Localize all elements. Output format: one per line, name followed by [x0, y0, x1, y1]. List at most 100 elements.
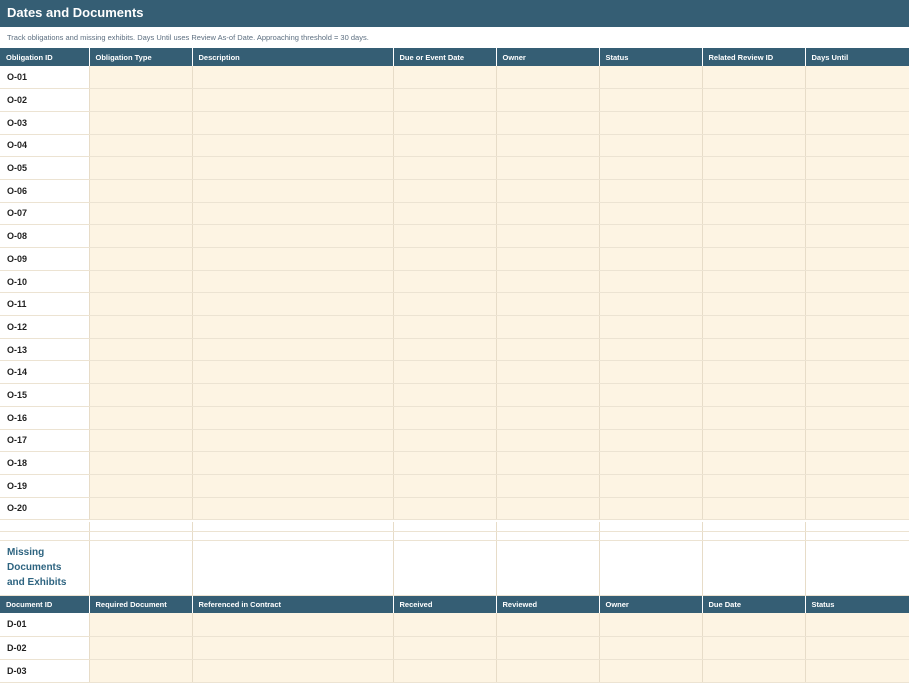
- row-id-cell[interactable]: O-08: [0, 224, 90, 248]
- input-cell-owner[interactable]: [496, 497, 600, 521]
- row-id-cell[interactable]: O-05: [0, 156, 90, 180]
- input-cell-days-until[interactable]: [805, 179, 909, 203]
- input-cell-related-review-id[interactable]: [702, 156, 806, 180]
- input-cell-days-until[interactable]: [805, 270, 909, 294]
- input-cell-related-review-id[interactable]: [702, 338, 806, 362]
- input-cell-status[interactable]: [599, 429, 703, 453]
- input-cell-days-until[interactable]: [805, 134, 909, 158]
- input-cell-due-date[interactable]: [702, 636, 806, 660]
- input-cell-due-or-event-date[interactable]: [393, 66, 497, 90]
- input-cell-referenced-in-contract[interactable]: [192, 636, 394, 660]
- input-cell-received[interactable]: [393, 659, 497, 683]
- input-cell-owner[interactable]: [599, 636, 703, 660]
- input-cell-related-review-id[interactable]: [702, 224, 806, 248]
- row-id-cell[interactable]: O-19: [0, 474, 90, 498]
- input-cell-received[interactable]: [393, 613, 497, 637]
- input-cell-related-review-id[interactable]: [702, 202, 806, 226]
- input-cell-obligation-type[interactable]: [89, 156, 193, 180]
- column-header-referenced-in-contract[interactable]: Referenced in Contract: [192, 595, 394, 613]
- input-cell-due-or-event-date[interactable]: [393, 156, 497, 180]
- column-header-days-until[interactable]: Days Until: [805, 48, 909, 66]
- input-cell-due-or-event-date[interactable]: [393, 270, 497, 294]
- input-cell-related-review-id[interactable]: [702, 247, 806, 271]
- input-cell-due-or-event-date[interactable]: [393, 474, 497, 498]
- row-id-cell[interactable]: O-02: [0, 88, 90, 112]
- column-header-received[interactable]: Received: [393, 595, 497, 613]
- input-cell-days-until[interactable]: [805, 292, 909, 317]
- input-cell-due-or-event-date[interactable]: [393, 247, 497, 271]
- column-header-required-document[interactable]: Required Document: [89, 595, 193, 613]
- input-cell-status[interactable]: [599, 338, 703, 362]
- input-cell-reviewed[interactable]: [496, 659, 600, 683]
- input-cell-obligation-type[interactable]: [89, 247, 193, 271]
- input-cell-description[interactable]: [192, 179, 394, 203]
- input-cell-owner[interactable]: [496, 292, 600, 317]
- input-cell-required-document[interactable]: [89, 613, 193, 637]
- input-cell-status[interactable]: [599, 315, 703, 339]
- input-cell-days-until[interactable]: [805, 66, 909, 90]
- input-cell-description[interactable]: [192, 156, 394, 180]
- row-id-cell[interactable]: O-07: [0, 202, 90, 226]
- column-header-obligation-id[interactable]: Obligation ID: [0, 48, 90, 66]
- input-cell-status[interactable]: [599, 474, 703, 498]
- input-cell-status[interactable]: [805, 613, 909, 637]
- input-cell-related-review-id[interactable]: [702, 88, 806, 112]
- input-cell-required-document[interactable]: [89, 659, 193, 683]
- row-id-cell[interactable]: O-11: [0, 292, 90, 317]
- input-cell-due-or-event-date[interactable]: [393, 451, 497, 475]
- input-cell-days-until[interactable]: [805, 451, 909, 475]
- input-cell-description[interactable]: [192, 247, 394, 271]
- input-cell-description[interactable]: [192, 474, 394, 498]
- input-cell-obligation-type[interactable]: [89, 497, 193, 521]
- input-cell-obligation-type[interactable]: [89, 360, 193, 385]
- input-cell-status[interactable]: [599, 202, 703, 226]
- input-cell-owner[interactable]: [496, 429, 600, 453]
- input-cell-owner[interactable]: [496, 315, 600, 339]
- input-cell-obligation-type[interactable]: [89, 315, 193, 339]
- input-cell-description[interactable]: [192, 292, 394, 317]
- row-id-cell[interactable]: O-17: [0, 429, 90, 453]
- input-cell-due-date[interactable]: [702, 659, 806, 683]
- input-cell-days-until[interactable]: [805, 156, 909, 180]
- column-header-owner[interactable]: Owner: [599, 595, 703, 613]
- row-id-cell[interactable]: O-03: [0, 111, 90, 135]
- input-cell-related-review-id[interactable]: [702, 179, 806, 203]
- column-header-status[interactable]: Status: [599, 48, 703, 66]
- input-cell-related-review-id[interactable]: [702, 360, 806, 385]
- input-cell-due-or-event-date[interactable]: [393, 315, 497, 339]
- input-cell-description[interactable]: [192, 383, 394, 407]
- input-cell-status[interactable]: [599, 134, 703, 158]
- input-cell-description[interactable]: [192, 360, 394, 385]
- input-cell-status[interactable]: [599, 406, 703, 430]
- input-cell-description[interactable]: [192, 111, 394, 135]
- input-cell-description[interactable]: [192, 202, 394, 226]
- input-cell-status[interactable]: [599, 111, 703, 135]
- input-cell-obligation-type[interactable]: [89, 292, 193, 317]
- input-cell-status[interactable]: [599, 360, 703, 385]
- input-cell-description[interactable]: [192, 497, 394, 521]
- input-cell-related-review-id[interactable]: [702, 451, 806, 475]
- input-cell-due-date[interactable]: [702, 613, 806, 637]
- input-cell-days-until[interactable]: [805, 429, 909, 453]
- row-id-cell[interactable]: O-06: [0, 179, 90, 203]
- input-cell-obligation-type[interactable]: [89, 270, 193, 294]
- input-cell-obligation-type[interactable]: [89, 202, 193, 226]
- input-cell-related-review-id[interactable]: [702, 429, 806, 453]
- input-cell-status[interactable]: [805, 659, 909, 683]
- input-cell-days-until[interactable]: [805, 315, 909, 339]
- input-cell-days-until[interactable]: [805, 111, 909, 135]
- row-id-cell[interactable]: D-01: [0, 613, 90, 637]
- row-id-cell[interactable]: O-14: [0, 360, 90, 385]
- input-cell-owner[interactable]: [496, 451, 600, 475]
- input-cell-due-or-event-date[interactable]: [393, 383, 497, 407]
- input-cell-obligation-type[interactable]: [89, 134, 193, 158]
- input-cell-owner[interactable]: [496, 383, 600, 407]
- input-cell-description[interactable]: [192, 315, 394, 339]
- row-id-cell[interactable]: O-04: [0, 134, 90, 158]
- input-cell-description[interactable]: [192, 224, 394, 248]
- row-id-cell[interactable]: O-10: [0, 270, 90, 294]
- input-cell-days-until[interactable]: [805, 474, 909, 498]
- input-cell-due-or-event-date[interactable]: [393, 429, 497, 453]
- input-cell-days-until[interactable]: [805, 224, 909, 248]
- input-cell-status[interactable]: [599, 66, 703, 90]
